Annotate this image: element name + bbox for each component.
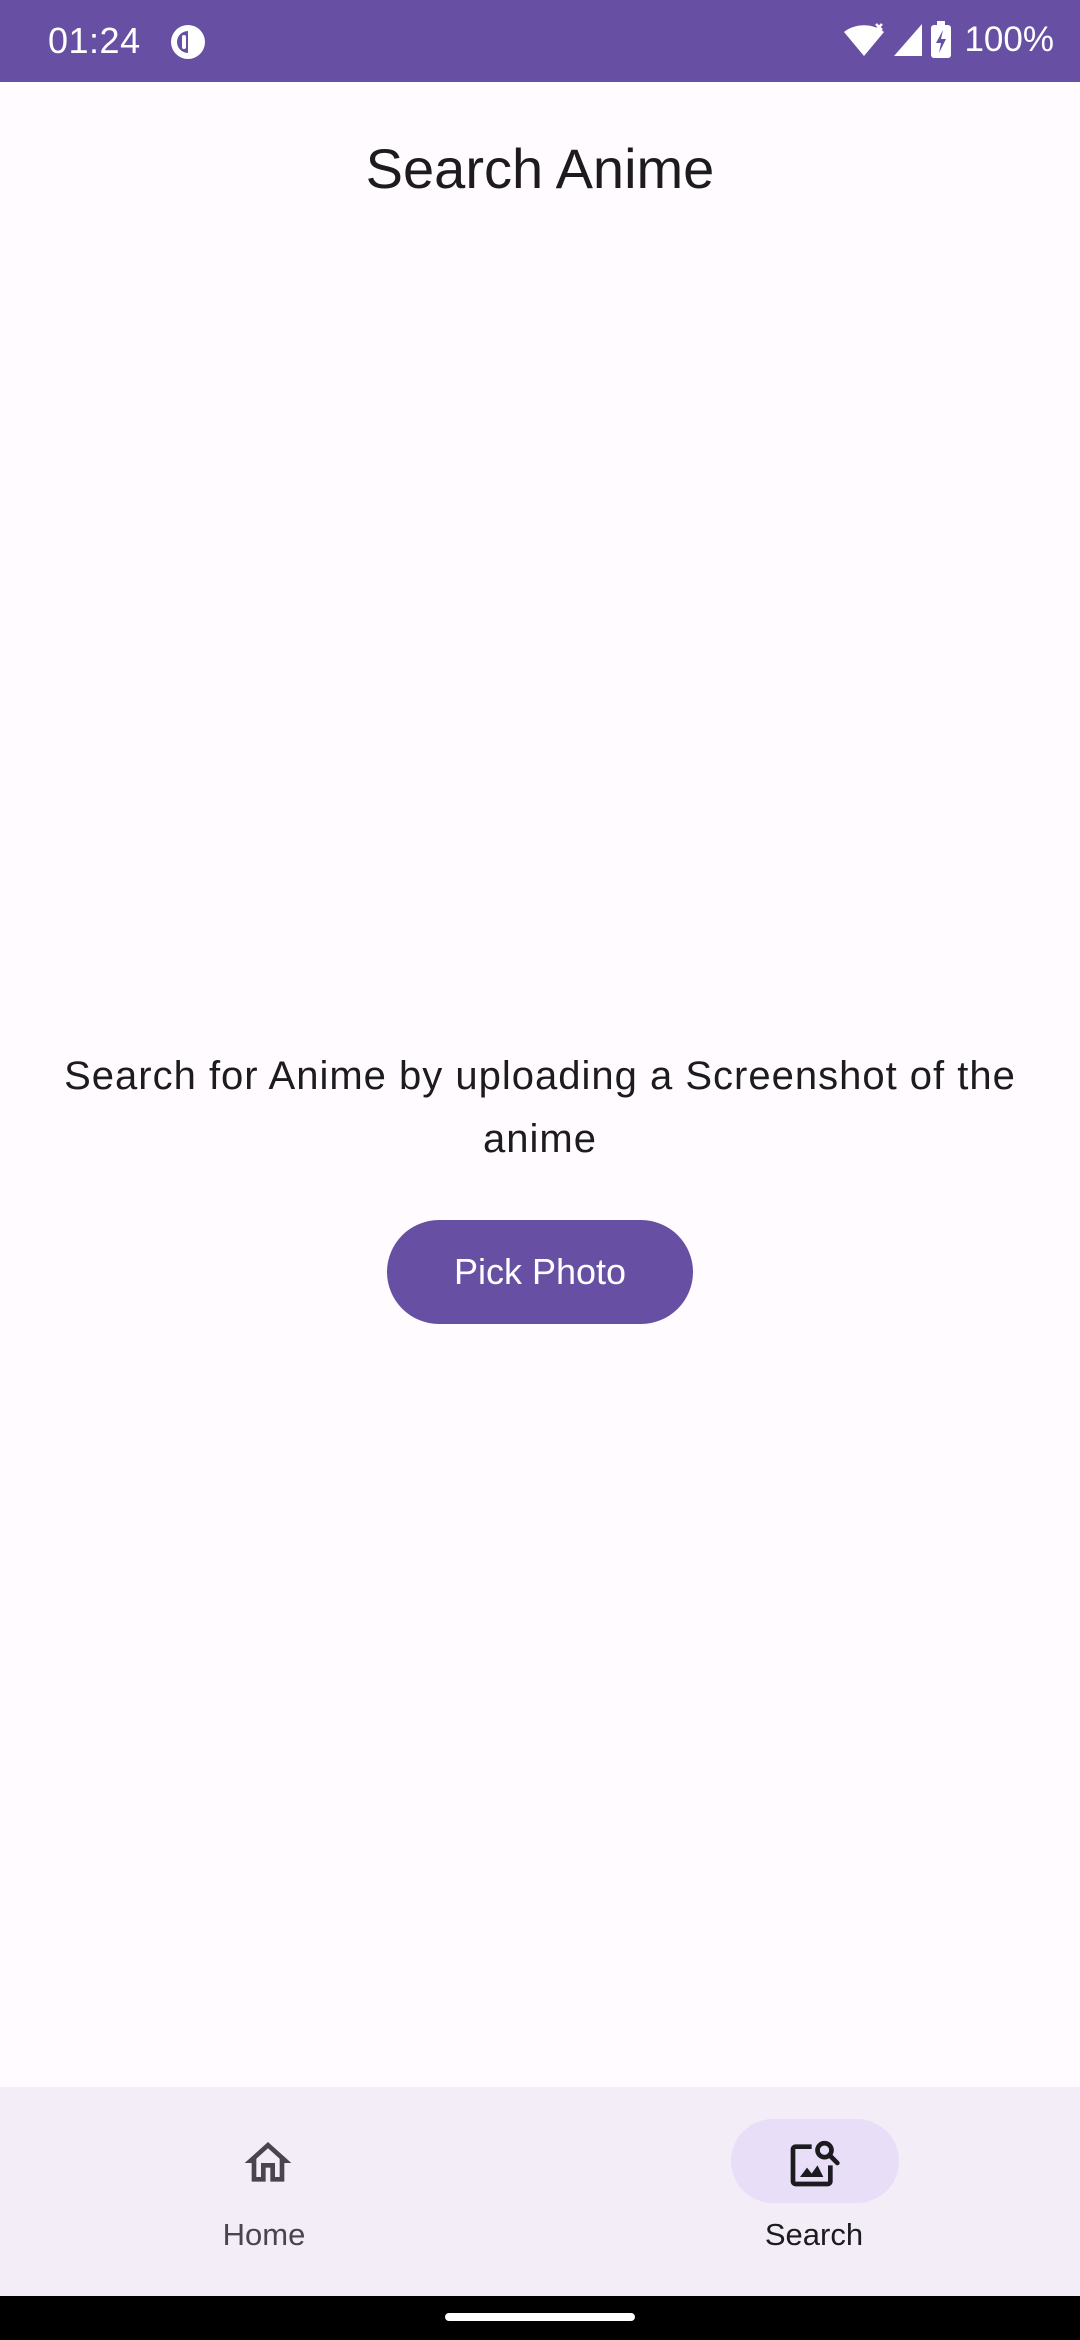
- gesture-handle[interactable]: [445, 2313, 635, 2321]
- pick-photo-button[interactable]: Pick Photo: [387, 1220, 693, 1324]
- gesture-navigation-bar: [0, 2296, 1080, 2340]
- battery-percentage: 100%: [964, 20, 1054, 59]
- nav-item-home[interactable]: Home: [0, 2087, 540, 2296]
- signal-icon: [894, 24, 923, 56]
- image-search-icon: [790, 2140, 840, 2187]
- status-bar: 01:24 100%: [0, 0, 1080, 82]
- nav-label-search: Search: [764, 2217, 864, 2252]
- status-icons: 100%: [842, 18, 1054, 62]
- app-notification-icon: [171, 25, 205, 59]
- screen: 01:24 100% Search Anime Search for Anime…: [0, 0, 1080, 2340]
- status-time: 01:24: [48, 20, 141, 61]
- page-title: Search Anime: [365, 137, 715, 200]
- upload-instructions: Search for Anime by uploading a Screensh…: [64, 1054, 1016, 1161]
- bottom-navigation: Home Search: [0, 2087, 1080, 2296]
- wifi-icon: [844, 23, 885, 56]
- home-icon: [244, 2142, 292, 2182]
- battery-charging-icon: [931, 21, 952, 58]
- nav-item-search[interactable]: Search: [540, 2087, 1080, 2296]
- nav-label-home: Home: [222, 2217, 306, 2252]
